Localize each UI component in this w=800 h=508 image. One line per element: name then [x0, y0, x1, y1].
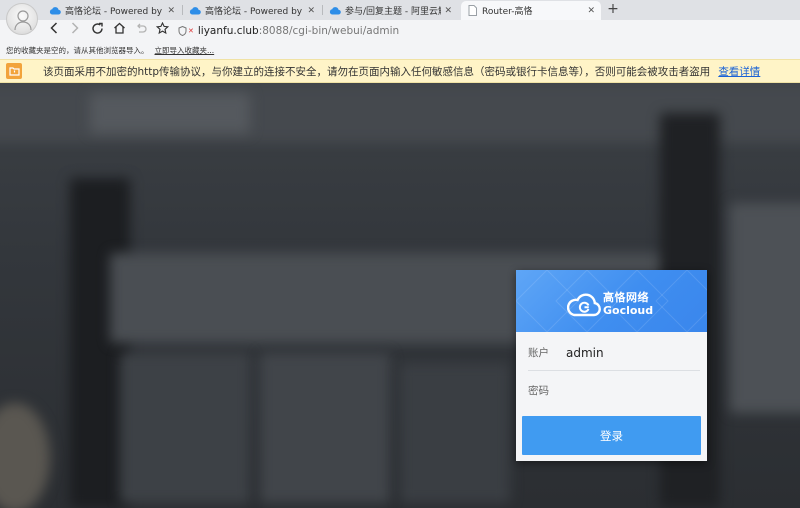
import-bookmarks-link[interactable]: 立即导入收藏夹... — [155, 45, 215, 56]
tab-strip: 高恪论坛 - Powered by Disc ✕ 高恪论坛 - Powered … — [0, 0, 800, 20]
password-label: 密码 — [528, 384, 549, 397]
login-button[interactable]: 登录 — [522, 416, 701, 455]
brand-name-cn: 高恪网络 — [603, 291, 649, 304]
tab-title: 高恪论坛 - Powered by Disc — [65, 7, 164, 17]
star-icon — [155, 21, 169, 35]
browser-chrome: 高恪论坛 - Powered by Disc ✕ 高恪论坛 - Powered … — [0, 0, 800, 83]
security-warning-message: 该页面采用不加密的http传输协议，与你建立的连接不安全，请勿在页面内输入任何敏… — [43, 65, 711, 78]
close-icon[interactable]: ✕ — [167, 6, 175, 16]
cloud-icon — [49, 6, 61, 16]
new-tab-button[interactable]: + — [606, 1, 620, 17]
close-icon[interactable]: ✕ — [307, 6, 315, 16]
cloud-icon — [329, 6, 341, 16]
url-host: liyanfu.club — [197, 24, 259, 37]
chevron-left-icon — [50, 22, 58, 34]
home-button[interactable] — [110, 22, 128, 40]
home-icon — [113, 22, 125, 34]
security-warning-bar: 该页面采用不加密的http传输协议，与你建立的连接不安全，请勿在页面内输入任何敏… — [0, 59, 800, 83]
tab-title: 高恪论坛 - Powered by Disc — [205, 7, 304, 17]
address-bar[interactable]: ✕ liyanfu.club:8088/cgi-bin/webui/admin — [178, 22, 778, 39]
undo-icon — [137, 23, 147, 33]
cloud-icon — [189, 6, 201, 16]
chevron-right-icon — [71, 22, 79, 34]
reload-icon — [91, 22, 103, 34]
tab-4-active[interactable]: Router-高恪 ✕ — [461, 1, 601, 20]
view-details-link[interactable]: 查看详情 — [718, 64, 760, 79]
bookmark-star-button[interactable] — [153, 21, 171, 40]
account-input[interactable]: admin — [566, 346, 604, 360]
page-icon — [466, 5, 478, 16]
brand: 高恪网络 Gocloud — [567, 291, 653, 317]
reload-button[interactable] — [88, 22, 106, 40]
tab-title: 参与/回复主题 - 阿里云解析问 — [345, 7, 441, 17]
nav-bar: ✕ liyanfu.club:8088/cgi-bin/webui/admin — [0, 20, 800, 41]
tab-1[interactable]: 高恪论坛 - Powered by Disc ✕ — [44, 1, 181, 20]
tab-3[interactable]: 参与/回复主题 - 阿里云解析问 ✕ — [324, 1, 458, 20]
not-secure-icon[interactable]: ✕ — [178, 25, 194, 36]
bookmarks-empty-text: 您的收藏夹是空的，请从其他浏览器导入。 — [6, 45, 149, 55]
password-field[interactable]: 密码 — [528, 372, 700, 408]
login-panel: 高恪网络 Gocloud 账户 admin 密码 登录 — [516, 270, 707, 461]
account-label: 账户 — [528, 347, 549, 359]
close-icon[interactable]: ✕ — [444, 6, 452, 16]
forward-button[interactable] — [66, 22, 84, 40]
login-banner: 高恪网络 Gocloud — [516, 270, 707, 332]
brand-name-en: Gocloud — [603, 304, 654, 317]
url-path: :8088/cgi-bin/webui/admin — [258, 24, 400, 37]
tab-2[interactable]: 高恪论坛 - Powered by Disc ✕ — [184, 1, 321, 20]
bookmarks-bar: 您的收藏夹是空的，请从其他浏览器导入。 立即导入收藏夹... — [0, 41, 800, 59]
back-button[interactable] — [45, 22, 63, 40]
undo-close-tab-button[interactable] — [132, 22, 150, 40]
tab-title: Router-高恪 — [482, 7, 533, 17]
folder-warning-icon — [6, 63, 22, 79]
gocloud-logo-icon — [567, 293, 601, 317]
close-icon[interactable]: ✕ — [587, 6, 595, 16]
account-field[interactable]: 账户 admin — [528, 335, 700, 371]
